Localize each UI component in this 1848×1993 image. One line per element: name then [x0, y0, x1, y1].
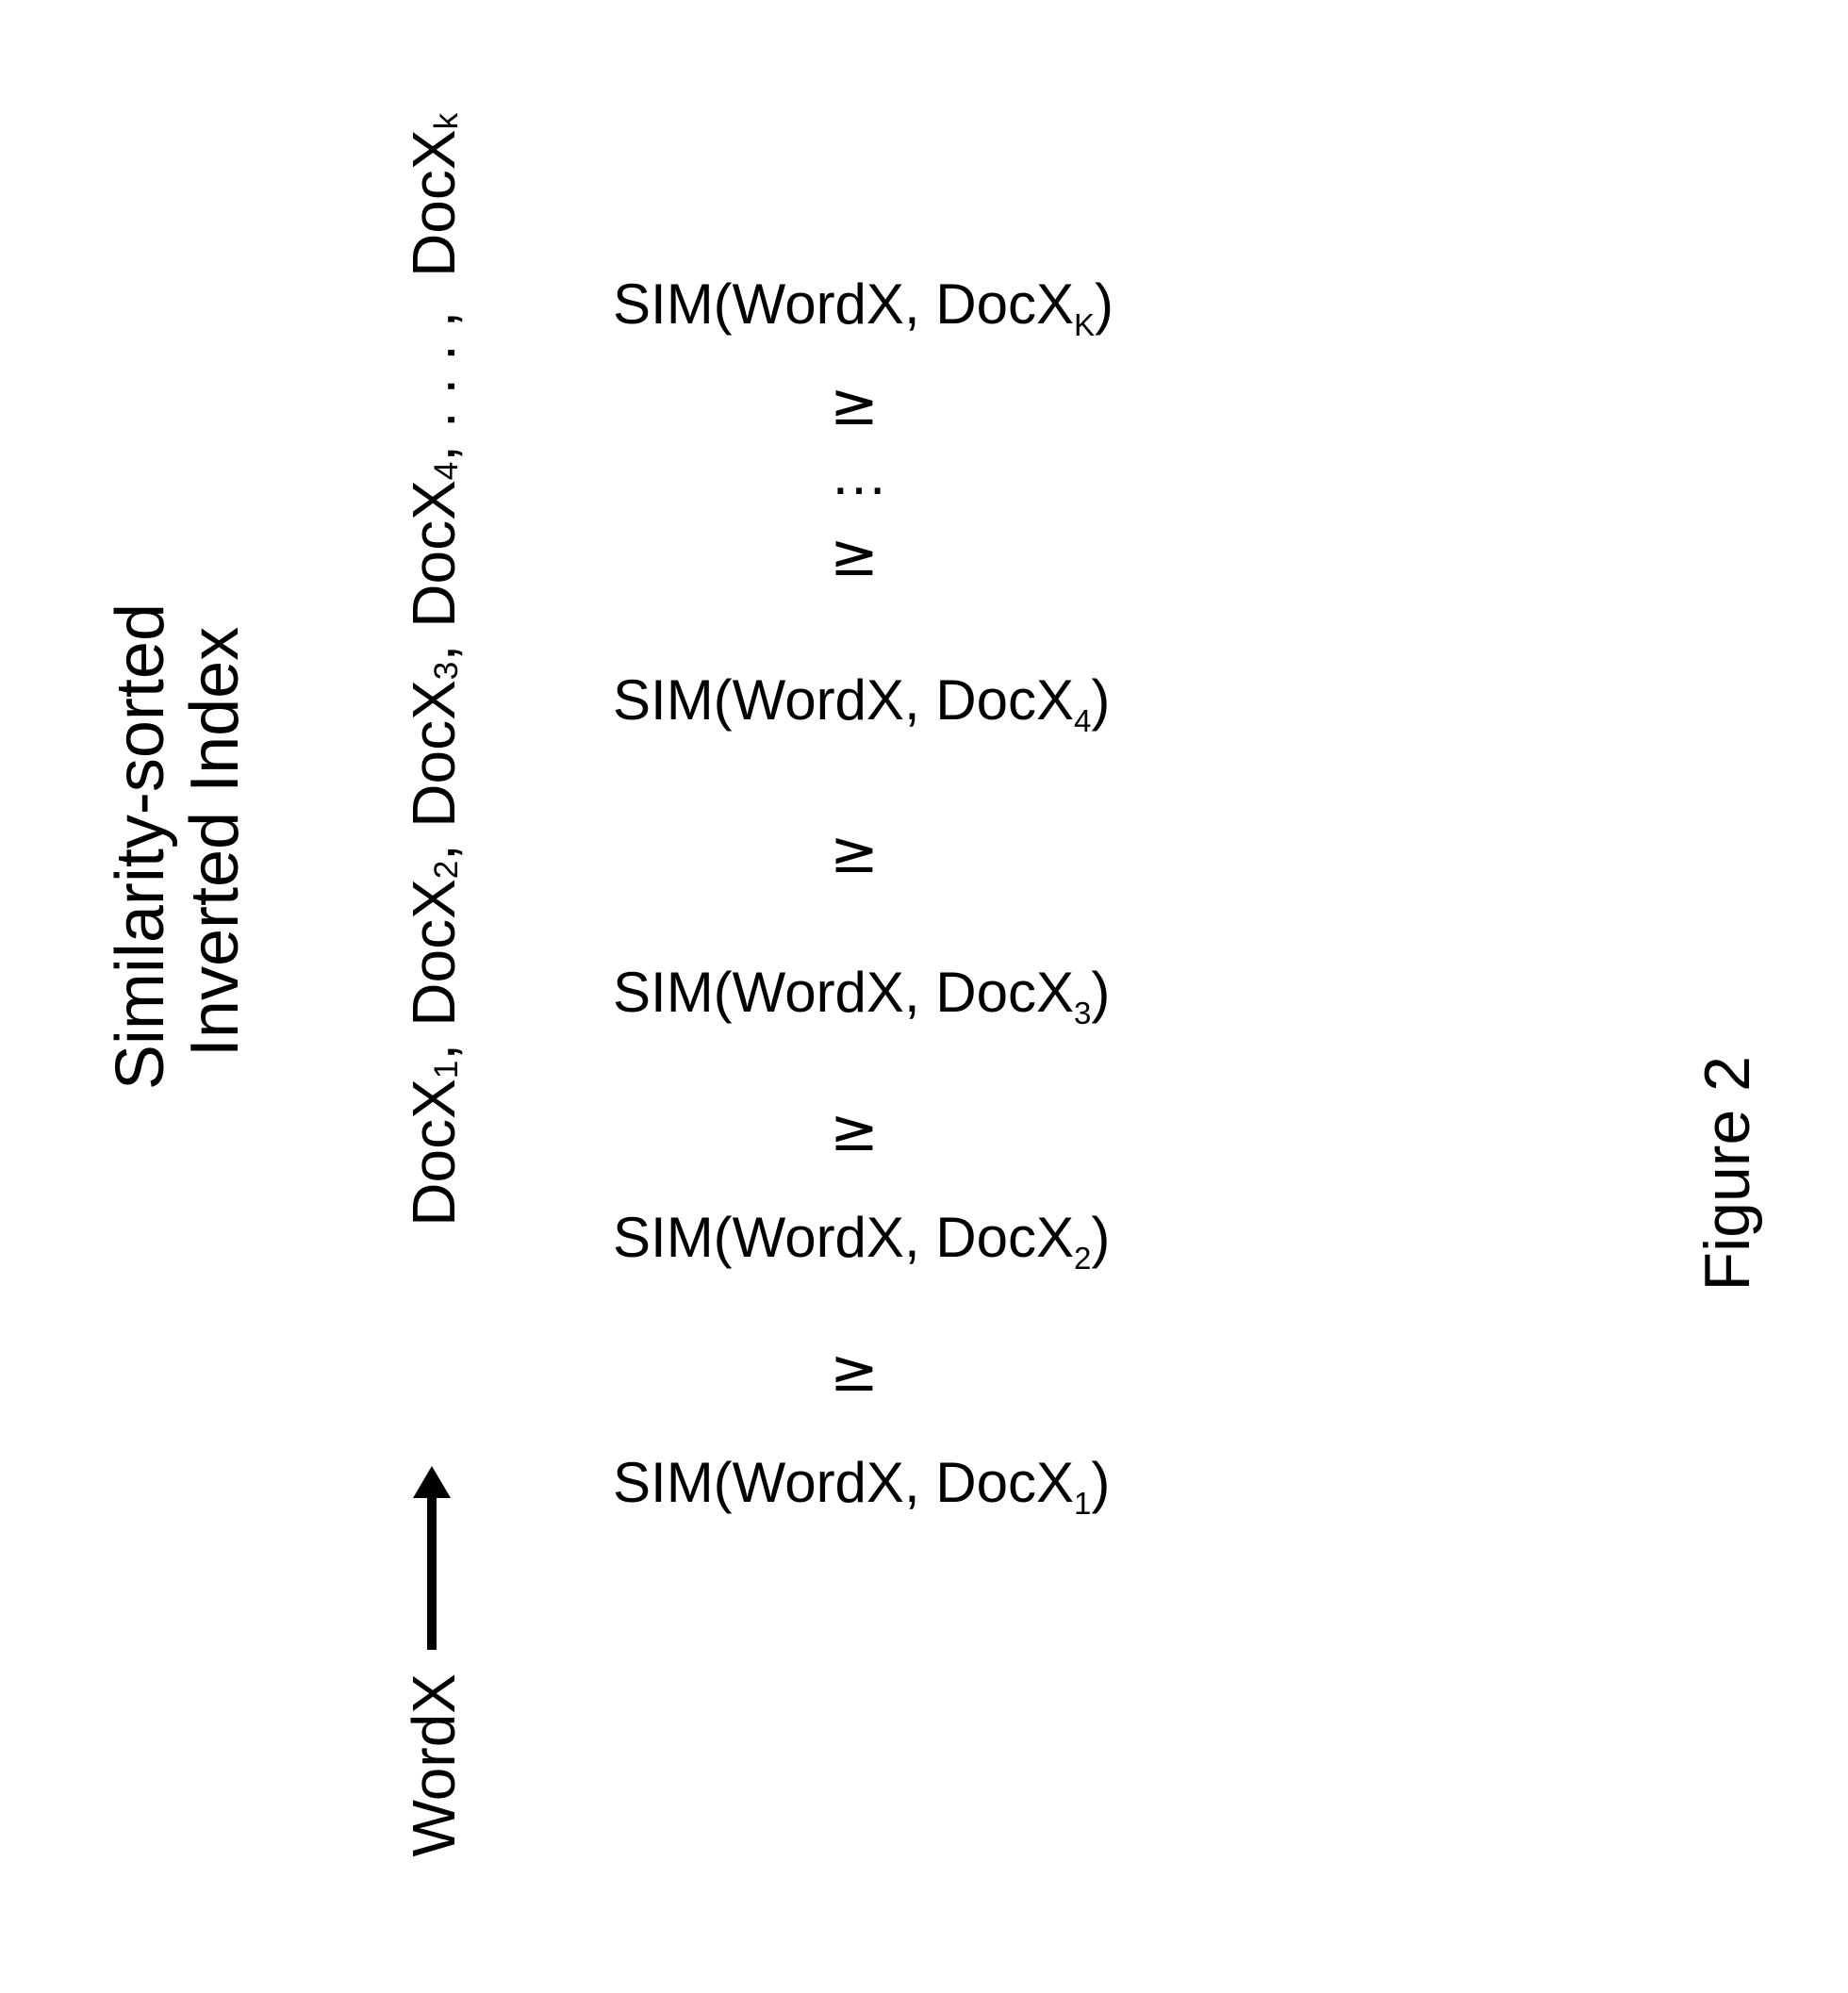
- doc-item-2: DocX2: [400, 861, 468, 1027]
- doc-item-4: DocX4: [400, 462, 468, 628]
- title-line-1: Similarity-sorted: [104, 603, 178, 1090]
- word-token-label: WordX: [401, 1673, 467, 1856]
- diagram-title: Similarity-sorted Inverted Index: [104, 603, 253, 1090]
- maps-to-arrow-icon: [405, 1466, 458, 1650]
- doc-item-3: DocX3: [400, 661, 468, 827]
- vertical-ellipsis: …: [830, 443, 890, 507]
- sim-term-4: SIM(WordX, DocX4): [613, 669, 1110, 732]
- figure-caption: Figure 2: [1692, 1056, 1763, 1291]
- sim-term-k: SIM(WordX, DocXK): [613, 273, 1114, 336]
- geq-icon: ≥: [830, 372, 879, 436]
- doc-list: DocX1, DocX2, DocX3, DocX4, . . . , DocX…: [401, 113, 467, 1227]
- geq-icon: ≥: [830, 1098, 879, 1162]
- sim-term-2: SIM(WordX, DocX2): [613, 1207, 1110, 1269]
- sim-term-1: SIM(WordX, DocX1): [613, 1452, 1110, 1514]
- title-line-2: Inverted Index: [178, 603, 253, 1080]
- sim-term-3: SIM(WordX, DocX3): [613, 962, 1110, 1024]
- geq-icon: ≥: [830, 820, 879, 884]
- geq-icon: ≥: [830, 1339, 879, 1403]
- geq-icon: ≥: [830, 523, 879, 587]
- doc-item-k: DocXk: [400, 113, 468, 294]
- doc-item-1: DocX1: [400, 1061, 468, 1227]
- diagram-stage: Similarity-sorted Inverted Index WordX D…: [0, 0, 1848, 1993]
- doc-list-ellipsis: . . . ,: [400, 311, 468, 428]
